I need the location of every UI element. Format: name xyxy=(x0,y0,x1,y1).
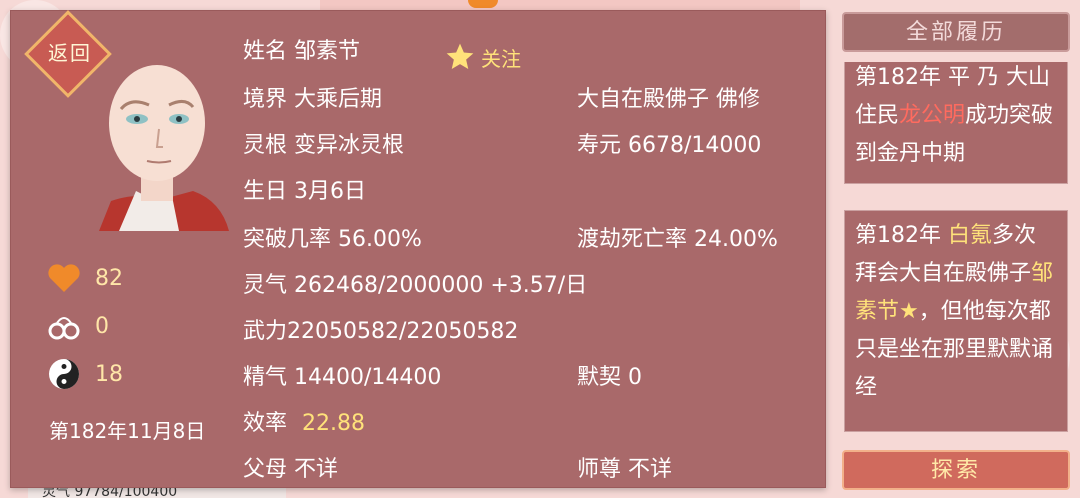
parents-field: 父母 不详 xyxy=(243,457,338,482)
star-icon xyxy=(446,43,474,69)
hp-stat: 82 xyxy=(47,261,123,295)
background-heart-icon xyxy=(468,0,498,8)
tacit-field: 默契 0 xyxy=(577,365,642,390)
realm-field: 境界 大乘后期 xyxy=(243,87,382,112)
tribulation-field: 渡劫死亡率 24.00% xyxy=(577,227,778,252)
history-list[interactable]: 第182年 平 乃 大山住民龙公明成功突破到金丹中期 第182年 白氪多次拜会大… xyxy=(842,62,1070,444)
handcuffs-icon xyxy=(47,309,81,343)
character-portrait xyxy=(99,65,229,231)
efficiency-field: 效率 22.88 xyxy=(243,405,365,437)
all-history-button[interactable]: 全部履历 xyxy=(842,12,1070,52)
breakthrough-field: 突破几率 56.00% xyxy=(243,227,422,252)
spiritual-root-field: 灵根 变异冰灵根 xyxy=(243,133,404,158)
character-name: 姓名 邹素节 xyxy=(243,39,360,64)
master-field: 师尊 不详 xyxy=(577,457,672,482)
efficiency-label: 效率 xyxy=(243,411,288,436)
character-name-link[interactable]: 白氪 xyxy=(948,223,992,248)
history-entry-text: 第182年 xyxy=(855,223,948,248)
efficiency-value: 22.88 xyxy=(302,411,365,436)
explore-button[interactable]: 探索 xyxy=(842,450,1070,490)
game-date: 第182年11月8日 xyxy=(49,419,206,443)
character-panel: 返回 82 0 18 第182年11月8日 姓名 邹素节 关注 境界 大乘后期 … xyxy=(10,10,826,488)
follow-label[interactable]: 关注 xyxy=(481,43,521,72)
combat-power-field: 武力22050582/22050582 xyxy=(243,319,519,344)
hp-value: 82 xyxy=(95,265,123,291)
character-name-link[interactable]: 龙公明 xyxy=(899,103,965,128)
history-entry: 第182年 白氪多次拜会大自在殿佛子邹素节★，但他每次都只是坐在那里默默诵经 xyxy=(844,210,1068,432)
sect-field: 大自在殿佛子 佛修 xyxy=(577,87,760,112)
heart-icon xyxy=(47,261,81,295)
handcuff-value: 0 xyxy=(95,313,109,339)
yin-yang-value: 18 xyxy=(95,361,123,387)
yin-yang-icon xyxy=(47,357,81,391)
lifespan-field: 寿元 6678/14000 xyxy=(577,133,762,158)
handcuff-stat: 0 xyxy=(47,309,109,343)
follow-button[interactable]: 关注 xyxy=(443,41,521,73)
history-entry: 第182年 平 乃 大山住民龙公明成功突破到金丹中期 xyxy=(844,62,1068,184)
birthday-field: 生日 3月6日 xyxy=(243,179,366,204)
spirit-energy-field: 灵气 262468/2000000 +3.57/日 xyxy=(243,273,588,298)
yin-yang-stat: 18 xyxy=(47,357,123,391)
essence-field: 精气 14400/14400 xyxy=(243,365,442,390)
